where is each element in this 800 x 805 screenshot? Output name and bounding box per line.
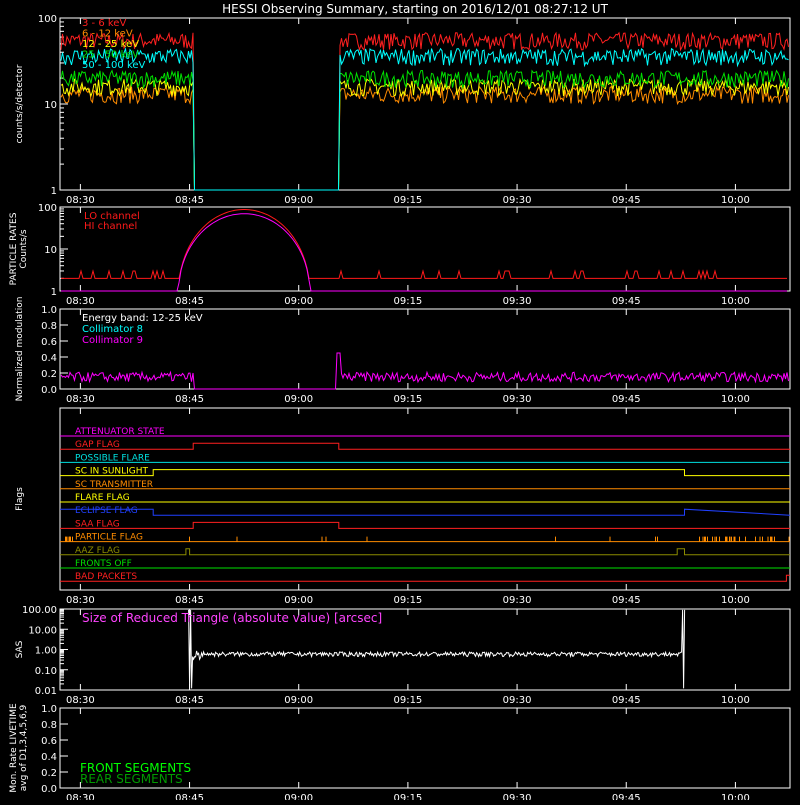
x-tick-label: 10:00 [721,595,750,606]
legend-entry: 50 - 100 keV [82,60,146,71]
x-tick-label: 08:45 [175,296,204,307]
flag-label: SC TRANSMITTER [75,480,153,490]
legend-entry: HI channel [84,221,137,232]
y-tick-label: 0.8 [41,321,57,332]
x-tick-label: 08:30 [66,195,95,206]
x-tick-label: 08:30 [66,595,95,606]
y-tick-label: 1 [51,287,57,298]
flag-label: BAD PACKETS [75,572,137,582]
x-tick-label: 09:30 [503,394,532,405]
flag-label: SC IN SUNLIGHT [75,467,149,477]
flag-label: AAZ FLAG [75,546,120,556]
x-tick-label: 09:15 [393,394,422,405]
flag-label: POSSIBLE FLARE [75,453,150,463]
x-tick-label: 09:45 [612,793,641,800]
y-tick-label: 10 [44,100,57,111]
x-tick-label: 08:30 [66,793,95,800]
y-axis-label-line: Counts/s [19,229,29,268]
x-tick-label: 09:15 [393,595,422,606]
x-tick-label: 09:30 [503,296,532,307]
legend-entry: 25 - 50 keV [82,50,139,61]
flag-label: SAA FLAG [75,519,120,529]
x-tick-label: 09:00 [284,695,313,706]
x-tick-label: 09:00 [284,195,313,206]
x-tick-label: 09:00 [284,595,313,606]
y-tick-label: 0.0 [41,385,57,396]
y-tick-label: 100.00 [22,605,57,616]
legend-entry: 6 - 12 keV [82,29,133,40]
y-tick-label: 0.4 [41,353,57,364]
x-tick-label: 09:15 [393,195,422,206]
y-axis-label: Flags [15,487,25,511]
x-tick-label: 08:45 [175,595,204,606]
x-tick-label: 09:00 [284,793,313,800]
x-tick-label: 09:30 [503,695,532,706]
y-tick-label: 10 [44,245,57,256]
legend-entry: Collimator 9 [82,335,143,346]
y-tick-label: 0.6 [41,736,57,747]
flag-label: GAP FLAG [75,440,120,450]
y-axis-label: Normalized modulation [15,297,25,402]
chart-title: HESSI Observing Summary, starting on 201… [222,2,608,16]
x-tick-label: 10:00 [721,394,750,405]
x-tick-label: 10:00 [721,195,750,206]
x-tick-label: 09:15 [393,296,422,307]
annotation: Size of Reduced Triangle (absolute value… [82,611,382,625]
y-axis-label-line: avg of D1,3,4,5,6,9 [19,704,29,791]
x-tick-label: 09:45 [612,195,641,206]
observing-summary-chart: HESSI Observing Summary, starting on 201… [0,0,800,804]
legend-entry: 3 - 6 keV [82,18,126,29]
x-tick-label: 09:45 [612,296,641,307]
y-axis-label: SAS [15,640,25,658]
x-tick-label: 09:30 [503,793,532,800]
x-tick-label: 08:45 [175,793,204,800]
legend-entry: Collimator 8 [82,324,143,335]
x-tick-label: 10:00 [721,695,750,706]
x-tick-label: 09:30 [503,595,532,606]
y-tick-label: 1.0 [41,305,57,316]
x-tick-label: 09:30 [503,195,532,206]
legend-entry: REAR SEGMENTS [80,772,183,786]
y-axis-label-line: PARTICLE RATES [9,212,19,285]
y-axis-label: Mon. Rate LIVETIMEavg of D1,3,4,5,6,9 [9,703,29,793]
y-tick-label: 10.00 [28,625,57,636]
annotation: Energy band: 12-25 keV [82,313,203,324]
x-tick-label: 08:30 [66,394,95,405]
flag-label: FLARE FLAG [75,493,130,503]
y-tick-label: 0.2 [41,369,57,380]
legend-entry: 12 - 25 keV [82,39,139,50]
x-tick-label: 09:00 [284,296,313,307]
flag-label: PARTICLE FLAG [75,533,143,543]
x-tick-label: 09:15 [393,695,422,706]
x-tick-label: 08:45 [175,195,204,206]
y-tick-label: 0.8 [41,720,57,731]
x-tick-label: 09:00 [284,394,313,405]
flag-label: FRONTS OFF [75,559,132,569]
flag-label: ECLIPSE FLAG [75,506,138,516]
y-tick-label: 1.00 [35,646,57,657]
y-tick-label: 0.6 [41,337,57,348]
y-tick-label: 1 [51,186,57,197]
x-tick-label: 08:30 [66,695,95,706]
x-tick-label: 09:45 [612,595,641,606]
x-tick-label: 10:00 [721,296,750,307]
x-tick-label: 09:15 [393,793,422,800]
y-tick-label: 0.10 [35,666,57,677]
y-tick-label: 100 [38,203,57,214]
x-tick-label: 10:00 [721,793,750,800]
y-tick-label: 1.0 [41,704,57,715]
y-tick-label: 100 [38,14,57,25]
flag-label: ATTENUATOR STATE [75,427,165,437]
x-tick-label: 08:30 [66,296,95,307]
x-tick-label: 08:45 [175,394,204,405]
y-tick-label: 0.4 [41,752,57,763]
y-tick-label: 0.0 [41,784,57,795]
y-tick-label: 0.2 [41,768,57,779]
x-tick-label: 09:45 [612,394,641,405]
y-axis-label-line: Mon. Rate LIVETIME [9,703,19,793]
x-tick-label: 09:45 [612,695,641,706]
y-axis-label: counts/s/detector [15,64,25,143]
x-tick-label: 08:45 [175,695,204,706]
y-tick-label: 0.01 [35,686,57,697]
